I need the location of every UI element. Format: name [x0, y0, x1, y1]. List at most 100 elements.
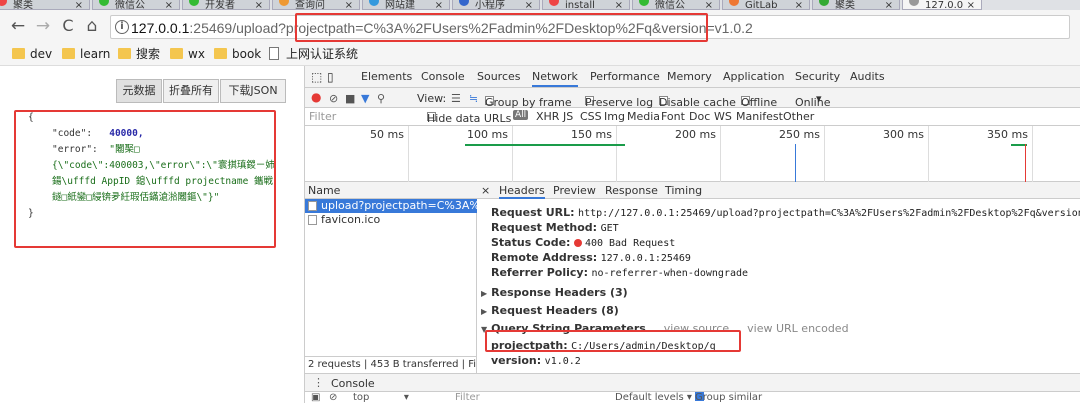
- tab-headers[interactable]: Headers: [499, 184, 545, 199]
- clear-icon[interactable]: ⊘: [329, 92, 338, 105]
- tab-network[interactable]: Network: [532, 70, 578, 87]
- request-row-upload[interactable]: upload?projectpath=C%3A%2F...: [305, 199, 477, 213]
- filter-bar: Filter Hide data URLs All XHR JS CSS Img…: [305, 108, 1080, 126]
- load-marker: [1025, 144, 1026, 182]
- log-levels-select[interactable]: Default levels ▾: [615, 392, 692, 403]
- column-header-name[interactable]: Name: [305, 182, 477, 199]
- browser-tab[interactable]: 聚类 ×: [812, 0, 900, 10]
- collapse-all-button[interactable]: 折叠所有: [163, 79, 219, 103]
- tab-sources[interactable]: Sources: [477, 70, 521, 83]
- browser-tab[interactable]: 微信公 ×: [632, 0, 720, 10]
- bookmark-folder[interactable]: book: [214, 46, 261, 62]
- close-icon[interactable]: ×: [705, 0, 713, 10]
- tab-performance[interactable]: Performance: [590, 70, 660, 83]
- sidebar-toggle-icon[interactable]: ▣: [311, 392, 320, 403]
- bookmark-folder[interactable]: wx: [170, 46, 205, 62]
- tab-application[interactable]: Application: [723, 70, 784, 83]
- close-icon[interactable]: ×: [435, 0, 443, 10]
- timeline-tick-label: 250 ms: [779, 128, 820, 141]
- tab-preview[interactable]: Preview: [553, 184, 596, 197]
- close-icon[interactable]: ×: [615, 0, 623, 10]
- record-icon[interactable]: ●: [311, 90, 321, 104]
- browser-tab[interactable]: 查询问 ×: [272, 0, 360, 10]
- tab-security[interactable]: Security: [795, 70, 840, 83]
- tab-elements[interactable]: Elements: [361, 70, 412, 83]
- document-icon: [308, 201, 317, 211]
- highlight-box-param: [485, 330, 741, 352]
- clear-console-icon[interactable]: ⊘: [329, 392, 337, 403]
- throttling-select[interactable]: Online ▾: [795, 92, 830, 109]
- folder-icon: [214, 48, 227, 59]
- view-url-encoded-link[interactable]: view URL encoded: [747, 322, 848, 335]
- type-filter-css[interactable]: CSS: [580, 110, 602, 123]
- section-response-headers[interactable]: ▶ Response Headers (3): [481, 286, 628, 299]
- tab-favicon-icon: [459, 0, 469, 6]
- waterfall-icon[interactable]: ≒: [469, 92, 478, 105]
- type-filter-doc[interactable]: Doc: [689, 110, 710, 123]
- browser-tab[interactable]: 网站建 ×: [362, 0, 450, 10]
- download-json-button[interactable]: 下载JSON: [220, 79, 286, 103]
- bookmark-folder[interactable]: dev: [12, 46, 52, 62]
- timeline-tick-label: 150 ms: [571, 128, 612, 141]
- type-filter-img[interactable]: Img: [604, 110, 625, 123]
- expand-arrow-icon: ▶: [481, 289, 488, 298]
- close-icon[interactable]: ×: [525, 0, 533, 10]
- browser-tab[interactable]: 开发者 ×: [182, 0, 270, 10]
- browser-tab[interactable]: 小程序 ×: [452, 0, 540, 10]
- type-filter-manifest[interactable]: Manifest: [736, 110, 783, 123]
- home-icon[interactable]: ⌂: [82, 16, 102, 36]
- browser-tab[interactable]: install ×: [542, 0, 630, 10]
- close-icon[interactable]: ×: [255, 0, 263, 10]
- close-icon[interactable]: ×: [885, 0, 893, 10]
- type-filter-ws[interactable]: WS: [714, 110, 732, 123]
- timeline-gridline: 250 ms: [721, 126, 825, 182]
- filter-input[interactable]: Filter: [309, 110, 336, 123]
- large-rows-icon[interactable]: ☰: [451, 92, 461, 105]
- browser-tab[interactable]: 微信公 ×: [92, 0, 180, 10]
- context-select[interactable]: top ▾: [353, 392, 409, 403]
- close-icon[interactable]: ×: [75, 0, 83, 10]
- info-icon[interactable]: i: [115, 20, 129, 34]
- back-arrow-icon[interactable]: ←: [8, 16, 28, 36]
- reload-icon[interactable]: C: [58, 16, 78, 36]
- network-toolbar: ● ⊘ ■ ▼ ⚲ View: ☰ ≒ Group by frame Prese…: [305, 88, 1080, 109]
- capture-screenshots-icon[interactable]: ■: [345, 92, 355, 105]
- bookmark-page[interactable]: 上网认证系统: [268, 46, 358, 62]
- filter-icon[interactable]: ▼: [361, 92, 369, 105]
- request-row-favicon[interactable]: favicon.ico: [305, 213, 477, 227]
- type-filter-xhr[interactable]: XHR: [536, 110, 559, 123]
- bookmark-folder[interactable]: learn: [62, 46, 110, 62]
- close-icon[interactable]: ×: [967, 0, 975, 10]
- browser-tab-active[interactable]: 127.0.0 ×: [902, 0, 982, 10]
- type-filter-media[interactable]: Media: [627, 110, 660, 123]
- tab-console[interactable]: Console: [421, 70, 465, 83]
- close-icon[interactable]: ×: [345, 0, 353, 10]
- close-icon[interactable]: ×: [165, 0, 173, 10]
- tab-timing[interactable]: Timing: [665, 184, 702, 197]
- console-filter-input[interactable]: Filter: [455, 392, 480, 403]
- section-request-headers[interactable]: ▶ Request Headers (8): [481, 304, 619, 317]
- bookmark-folder[interactable]: 搜索: [118, 46, 160, 62]
- close-details-icon[interactable]: ×: [481, 184, 490, 197]
- forward-arrow-icon[interactable]: →: [33, 16, 53, 36]
- timeline-gridline: 100 ms: [409, 126, 513, 182]
- search-icon[interactable]: ⚲: [377, 92, 385, 105]
- raw-data-button[interactable]: 元数据: [116, 79, 162, 103]
- drawer-menu-icon[interactable]: ⋮: [313, 376, 324, 389]
- type-filter-other[interactable]: Other: [783, 110, 814, 123]
- folder-icon: [170, 48, 183, 59]
- browser-tab[interactable]: 聚类 ×: [0, 0, 90, 10]
- header-request-url: Request URL: http://127.0.0.1:25469/uplo…: [491, 206, 1080, 219]
- close-icon[interactable]: ×: [795, 0, 803, 10]
- tab-memory[interactable]: Memory: [667, 70, 712, 83]
- type-filter-font[interactable]: Font: [661, 110, 685, 123]
- inspect-icon[interactable]: ⬚: [311, 70, 322, 84]
- tab-favicon-icon: [549, 0, 559, 6]
- browser-tab[interactable]: GitLab ×: [722, 0, 810, 10]
- tab-audits[interactable]: Audits: [850, 70, 885, 83]
- tab-response[interactable]: Response: [605, 184, 658, 197]
- device-toggle-icon[interactable]: ▯: [327, 70, 334, 84]
- request-list: Name upload?projectpath=C%3A%2F... favic…: [305, 182, 477, 373]
- type-filter-js[interactable]: JS: [563, 110, 573, 123]
- type-filter-all[interactable]: All: [513, 110, 529, 120]
